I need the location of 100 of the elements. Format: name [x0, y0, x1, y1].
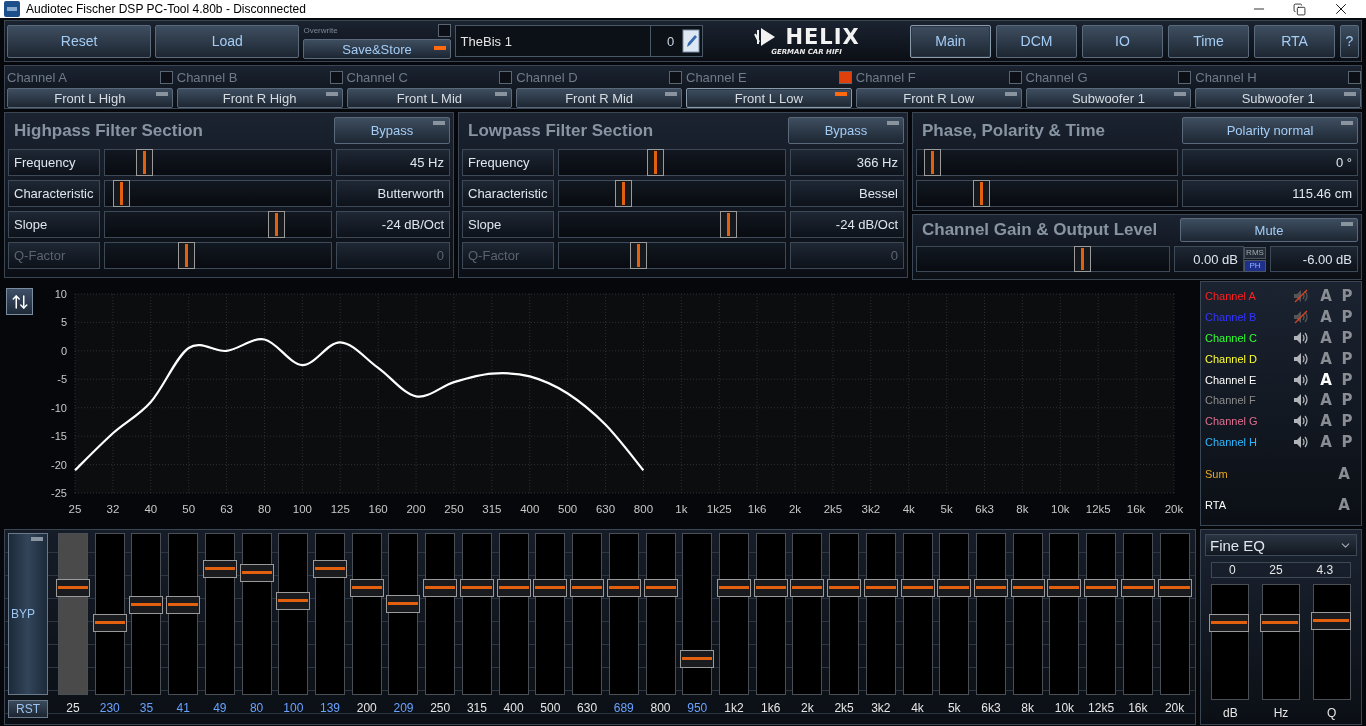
legend-label[interactable]: Channel E [1205, 373, 1293, 386]
eq-slider-track[interactable] [829, 533, 860, 695]
eq-slider-track[interactable] [865, 533, 896, 695]
eq-slider-thumb[interactable] [973, 579, 1008, 598]
analyzer-toggle[interactable]: A [1315, 433, 1337, 452]
speaker-icon[interactable] [1293, 435, 1309, 450]
eq-slider-thumb[interactable] [129, 596, 164, 615]
legend-label[interactable]: Channel C [1205, 332, 1293, 345]
eq-slider-track[interactable] [572, 533, 603, 695]
eq-slider-thumb[interactable] [1010, 579, 1045, 598]
slider-thumb[interactable] [113, 180, 131, 207]
eq-slider-thumb[interactable] [459, 579, 494, 598]
channel-checkbox[interactable] [1348, 70, 1361, 84]
fine-slider-thumb[interactable] [1209, 613, 1250, 632]
eq-slider-thumb[interactable] [680, 650, 715, 669]
channel-button[interactable]: Front L High [7, 88, 173, 108]
eq-slider-track[interactable] [94, 533, 125, 695]
eq-slider-track[interactable] [241, 533, 272, 695]
mute-button[interactable]: Mute [1180, 218, 1358, 242]
nav-tab[interactable]: RTA [1254, 24, 1335, 58]
bypass-button[interactable]: Bypass [334, 117, 450, 144]
save-store-button[interactable]: Save&Store [303, 39, 451, 59]
eq-slider-track[interactable] [682, 533, 713, 695]
eq-slider-thumb[interactable] [1157, 579, 1192, 598]
nav-tab[interactable]: ? [1340, 24, 1359, 58]
channel-button[interactable]: Front R High [176, 88, 343, 108]
legend-label[interactable]: RTA [1205, 499, 1333, 512]
eq-slider-track[interactable] [388, 533, 419, 695]
eq-slider-track[interactable] [461, 533, 492, 695]
speaker-icon[interactable] [1293, 414, 1309, 429]
muted-speaker-icon[interactable] [1293, 310, 1309, 325]
eq-slider-thumb[interactable] [790, 579, 825, 598]
toolbar-button[interactable]: Reset [7, 24, 152, 58]
eq-slider-track[interactable] [58, 533, 88, 695]
channel-checkbox[interactable] [1008, 70, 1022, 84]
slider-thumb[interactable] [719, 211, 737, 238]
muted-speaker-icon[interactable] [1293, 289, 1309, 304]
analyzer-toggle[interactable]: A [1315, 308, 1337, 327]
eq-slider-thumb[interactable] [643, 579, 678, 598]
legend-label[interactable]: Channel H [1205, 436, 1293, 449]
channel-checkbox[interactable] [838, 70, 852, 84]
restore-icon[interactable] [1293, 2, 1306, 16]
eq-slider-thumb[interactable] [937, 579, 972, 598]
channel-checkbox[interactable] [499, 70, 513, 84]
eq-slider-thumb[interactable] [716, 579, 751, 598]
legend-label[interactable]: Sum [1205, 468, 1333, 481]
channel-button[interactable]: Front R Low [855, 88, 1022, 108]
speaker-icon[interactable] [1293, 351, 1309, 366]
speaker-icon[interactable] [1293, 393, 1309, 408]
phase-toggle[interactable]: P [1337, 412, 1357, 431]
eq-slider-thumb[interactable] [1120, 579, 1155, 598]
analyzer-toggle[interactable]: A [1315, 370, 1337, 389]
slider-thumb[interactable] [136, 149, 154, 176]
legend-label[interactable]: Channel G [1205, 415, 1293, 428]
eq-slider-thumb[interactable] [863, 579, 898, 598]
eq-slider-track[interactable] [975, 533, 1006, 695]
channel-button[interactable]: Front R Mid [516, 88, 682, 108]
eq-reset-button[interactable]: RST [8, 700, 48, 718]
analyzer-toggle[interactable]: A [1315, 412, 1337, 431]
channel-checkbox[interactable] [329, 70, 343, 84]
nav-tab[interactable]: IO [1082, 24, 1163, 58]
polarity-button[interactable]: Polarity normal [1182, 117, 1358, 144]
phase-toggle[interactable]: P [1337, 329, 1357, 348]
eq-mode-dropdown[interactable]: Fine EQ [1205, 534, 1357, 556]
eq-slider-track[interactable] [131, 533, 162, 695]
overwrite-checkbox[interactable] [437, 23, 451, 37]
eq-bypass-button[interactable]: BYP [8, 533, 48, 695]
analyzer-toggle[interactable]: A [1315, 349, 1337, 368]
eq-slider-track[interactable] [315, 533, 346, 695]
eq-slider-track[interactable] [1012, 533, 1043, 695]
meter-mode-toggle[interactable]: PH [1244, 259, 1266, 272]
channel-checkbox[interactable] [159, 70, 173, 84]
eq-slider-thumb[interactable] [606, 579, 641, 598]
channel-button[interactable]: Subwoofer 1 [1195, 88, 1361, 108]
eq-slider-thumb[interactable] [239, 563, 274, 582]
eq-slider-thumb[interactable] [423, 579, 458, 598]
analyzer-toggle[interactable]: A [1315, 391, 1337, 410]
preset-field[interactable]: TheBis 1 0 [454, 25, 704, 57]
eq-slider-track[interactable] [755, 533, 786, 695]
eq-slider-thumb[interactable] [570, 579, 605, 598]
slider-thumb[interactable] [268, 211, 285, 238]
phase-toggle[interactable]: P [1337, 308, 1357, 327]
channel-checkbox[interactable] [669, 70, 682, 84]
channel-button[interactable]: Subwoofer 1 [1025, 88, 1192, 108]
legend-label[interactable]: Channel F [1205, 394, 1293, 407]
eq-slider-track[interactable] [204, 533, 235, 695]
eq-slider-track[interactable] [1159, 533, 1190, 695]
analyzer-toggle[interactable]: A [1315, 287, 1337, 306]
axis-toggle-button[interactable] [6, 288, 33, 315]
phase-toggle[interactable]: P [1337, 391, 1357, 410]
eq-slider-track[interactable] [535, 533, 566, 695]
eq-slider-track[interactable] [645, 533, 676, 695]
eq-slider-track[interactable] [1049, 533, 1080, 695]
eq-slider-thumb[interactable] [1084, 579, 1119, 598]
slider-thumb[interactable] [1074, 246, 1092, 272]
edit-note-icon[interactable] [682, 29, 701, 53]
channel-checkbox[interactable] [1178, 70, 1192, 84]
eq-slider-track[interactable] [1086, 533, 1117, 695]
eq-slider-track[interactable] [351, 533, 382, 695]
legend-label[interactable]: Channel D [1205, 352, 1293, 365]
